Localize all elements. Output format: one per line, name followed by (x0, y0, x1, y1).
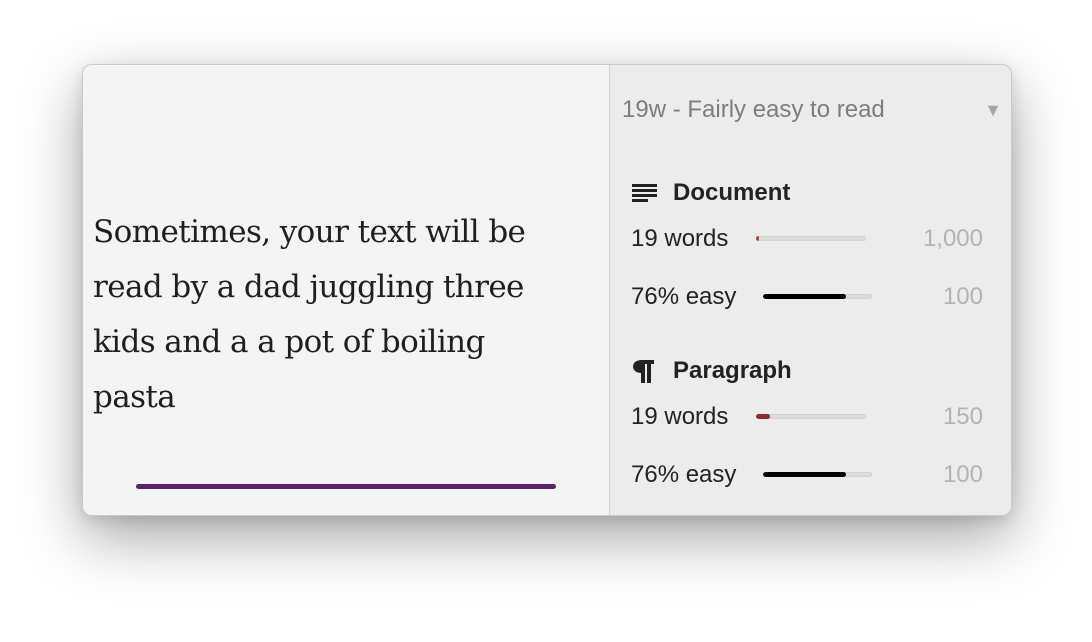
section-title-document: Document (673, 179, 791, 206)
metric-row-paragraph-easy: 76% easy 100 (631, 458, 983, 492)
metric-label: 76% easy (631, 283, 737, 310)
progress-meter (763, 472, 872, 477)
editor-text[interactable]: Sometimes, your text will be read by a d… (93, 205, 593, 425)
app-window: Sometimes, your text will be read by a d… (82, 64, 1012, 516)
metric-target: 150 (942, 403, 983, 430)
section-header-paragraph: Paragraph (632, 354, 992, 388)
section-title-paragraph: Paragraph (673, 357, 792, 384)
progress-meter (756, 414, 866, 419)
highlight-underline (136, 484, 556, 489)
metric-row-document-easy: 76% easy 100 (631, 280, 983, 314)
progress-meter-fill (756, 236, 759, 241)
metric-label: 19 words (631, 225, 729, 252)
pilcrow-icon (632, 354, 660, 388)
progress-meter-fill (763, 294, 846, 299)
progress-meter-fill (763, 472, 846, 477)
metric-label: 76% easy (631, 461, 737, 488)
metric-row-document-words: 19 words 1,000 (631, 222, 983, 256)
metric-target: 100 (942, 283, 983, 310)
metric-target: 1,000 (922, 225, 983, 252)
stats-sidebar: 19w - Fairly easy to read ▼ Document 19 … (610, 65, 1011, 515)
progress-meter (756, 236, 866, 241)
progress-meter (763, 294, 872, 299)
chevron-down-icon[interactable]: ▼ (984, 93, 1002, 127)
metric-row-paragraph-words: 19 words 150 (631, 400, 983, 434)
metric-label: 19 words (631, 403, 729, 430)
progress-meter-fill (756, 414, 770, 419)
summary-dropdown[interactable]: 19w - Fairly easy to read ▼ (622, 93, 1002, 127)
metric-target: 100 (942, 461, 983, 488)
summary-label: 19w - Fairly easy to read (622, 96, 885, 123)
editor-pane[interactable]: Sometimes, your text will be read by a d… (83, 65, 609, 515)
document-lines-icon (632, 176, 660, 210)
section-header-document: Document (632, 176, 992, 210)
